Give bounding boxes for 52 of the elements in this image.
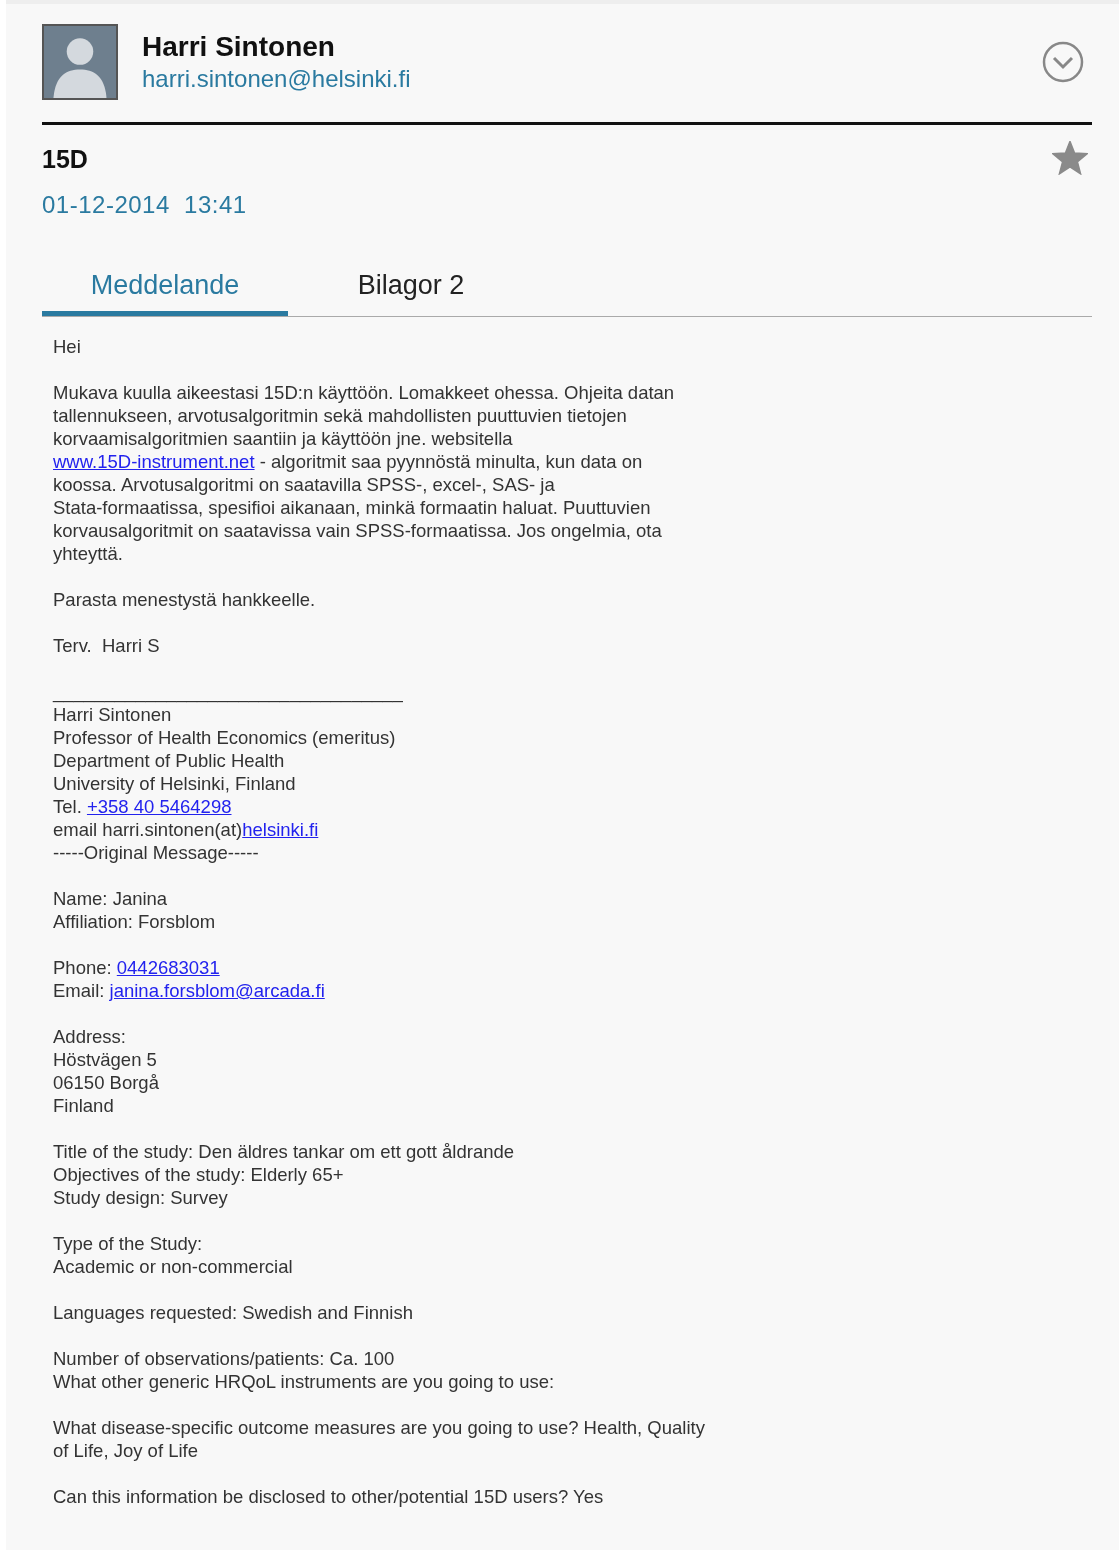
message-line: Terv. Harri S	[53, 634, 160, 657]
message-line: What other generic HRQoL instruments are you going to use:	[53, 1370, 555, 1393]
link[interactable]: +358 40 5464298	[86, 796, 232, 817]
avatar-icon	[42, 24, 118, 100]
message-line: Address:	[53, 1025, 126, 1048]
message-line: korvaamisalgoritmien saantiin ja käyttöön jne. websitella	[53, 427, 513, 450]
message-line: -----Original Message-----	[53, 841, 259, 864]
message-line: www.15D-instrument.net - algoritmit saa pyynnöstä minulta, kun data on	[53, 451, 643, 472]
message-line: Email: janina.forsblom@arcada.fi	[53, 980, 325, 1001]
star-icon[interactable]	[1052, 141, 1088, 175]
message-line: Title of the study: Den äldres tankar om ett gott åldrande	[53, 1140, 515, 1163]
link[interactable]: 0442683031	[116, 957, 220, 978]
message-line: Mukava kuulla aikeestasi 15D:n käyttöön. Lomakkeet ohessa. Ohjeita datan	[53, 381, 675, 404]
message-line: Can this information be disclosed to other/potential 15D users? Yes	[53, 1485, 604, 1508]
message-line: Phone: 0442683031	[53, 957, 220, 978]
message-line: __________________________________	[53, 680, 403, 703]
message-line: Study design: Survey	[53, 1186, 228, 1209]
message-line: Number of observations/patients: Ca. 100	[53, 1347, 395, 1370]
message-line: What disease-specific outcome measures are you going to use? Health, Quality	[53, 1416, 705, 1439]
message-line: Academic or non-commercial	[53, 1255, 293, 1278]
message-line: Objectives of the study: Elderly 65+	[53, 1163, 344, 1186]
subject: 15D	[42, 144, 89, 175]
message-line: tallennukseen, arvotusalgoritmin sekä mahdollisten puuttuvien tietojen	[53, 404, 627, 427]
message-line: koossa. Arvotusalgoritmi on saatavilla SPSS-, excel-, SAS- ja	[53, 473, 555, 496]
message-line: yhteyttä.	[53, 542, 123, 565]
message-line: Affiliation: Forsblom	[53, 910, 216, 933]
sender-email[interactable]: harri.sintonen@helsinki.fi	[142, 65, 411, 93]
link[interactable]: janina.forsblom@arcada.fi	[109, 980, 325, 1001]
message-line: Professor of Health Economics (emeritus)	[53, 726, 396, 749]
message-line: Hei	[53, 335, 81, 358]
message-line: Finland	[53, 1094, 114, 1117]
message-line: Name: Janina	[53, 887, 168, 910]
message-line: Höstvägen 5	[53, 1048, 157, 1071]
message-line: Languages requested: Swedish and Finnish	[53, 1301, 413, 1324]
tab[interactable]: Meddelande	[42, 258, 288, 316]
sender-name: Harri Sintonen	[142, 29, 336, 64]
message-line: University of Helsinki, Finland	[53, 772, 296, 795]
message-line: Type of the Study:	[53, 1232, 203, 1255]
message-line: Stata-formaatissa, spesifioi aikanaan, minkä formaatin haluat. Puuttuvien	[53, 496, 651, 519]
message-line: email harri.sintonen(at)helsinki.fi	[53, 819, 319, 840]
link[interactable]: helsinki.fi	[242, 819, 319, 840]
message-line: Parasta menestystä hankkeelle.	[53, 588, 316, 611]
message-line: Tel. +358 40 5464298	[53, 796, 232, 817]
link[interactable]: www.15D-instrument.net	[53, 451, 255, 472]
message-line: of Life, Joy of Life	[53, 1439, 198, 1462]
message-line: Harri Sintonen	[53, 703, 172, 726]
tab[interactable]: Bilagor 2	[288, 258, 534, 316]
message-line: korvausalgoritmit on saatavissa vain SPSS-formaatissa. Jos ongelmia, ota	[53, 519, 662, 542]
message-line: 06150 Borgå	[53, 1071, 159, 1094]
expand-icon[interactable]	[1042, 41, 1084, 83]
message-line: Department of Public Health	[53, 749, 285, 772]
date: 01-12-2014 13:41	[42, 189, 247, 220]
